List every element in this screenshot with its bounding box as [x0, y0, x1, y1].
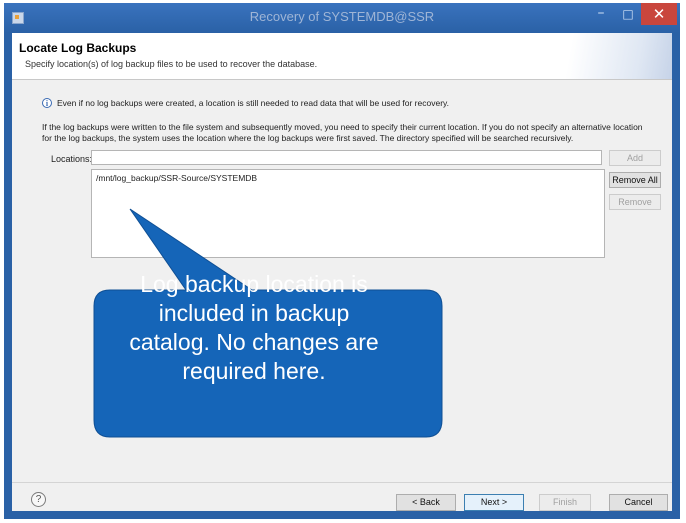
- callout-shape: [93, 208, 443, 438]
- callout-text: Log backup location is included in backu…: [129, 271, 379, 384]
